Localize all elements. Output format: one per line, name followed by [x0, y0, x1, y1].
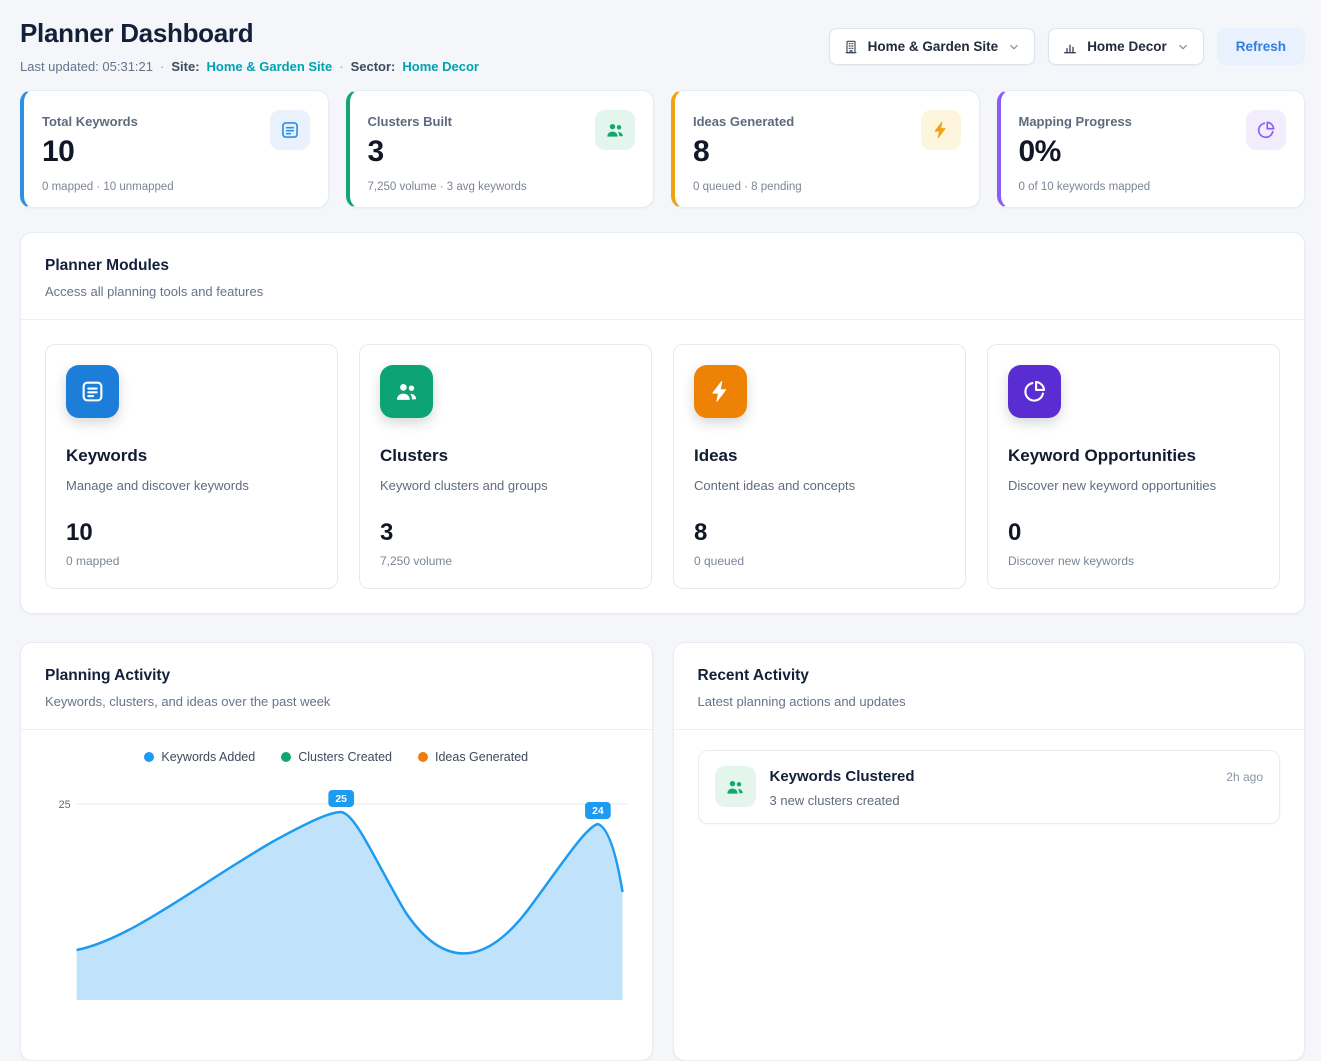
module-description: Discover new keyword opportunities [1008, 478, 1259, 493]
sector-label: Sector: [351, 59, 396, 74]
stat-card-ideas-generated: Ideas Generated 8 0 queued · 8 pending [671, 90, 980, 208]
stat-value: 10 [42, 135, 174, 169]
activity-title: Keywords Clustered [770, 768, 1213, 785]
planner-dashboard-page: Planner Dashboard Last updated: 05:31:21… [0, 0, 1321, 1061]
module-card-keyword-opportunities[interactable]: Keyword Opportunities Discover new keywo… [987, 344, 1280, 589]
recent-activity-subtitle: Latest planning actions and updates [698, 694, 1281, 709]
module-value: 10 [66, 519, 317, 547]
planning-activity-card: Planning Activity Keywords, clusters, an… [20, 642, 653, 1061]
module-detail: 7,250 volume [380, 554, 631, 568]
planning-activity-chart: 25 25 24 [45, 790, 628, 1040]
module-value: 8 [694, 519, 945, 547]
stat-label: Mapping Progress [1019, 107, 1151, 129]
modules-subtitle: Access all planning tools and features [45, 284, 1280, 299]
lightning-icon [694, 365, 747, 418]
module-card-clusters[interactable]: Clusters Keyword clusters and groups 3 7… [359, 344, 652, 589]
bottom-row: Planning Activity Keywords, clusters, an… [20, 642, 1305, 1061]
stat-card-total-keywords: Total Keywords 10 0 mapped · 10 unmapped [20, 90, 329, 208]
planning-activity-title: Planning Activity [45, 667, 628, 685]
stat-detail: 0 of 10 keywords mapped [1019, 181, 1151, 193]
site-selector-dropdown[interactable]: Home & Garden Site [829, 28, 1036, 65]
building-icon [843, 39, 859, 55]
recent-activity-title: Recent Activity [698, 667, 1281, 685]
stat-card-clusters-built: Clusters Built 3 7,250 volume · 3 avg ke… [346, 90, 655, 208]
stat-value: 0% [1019, 135, 1151, 169]
modules-grid: Keywords Manage and discover keywords 10… [21, 320, 1304, 613]
pie-chart-icon [1008, 365, 1061, 418]
module-card-ideas[interactable]: Ideas Content ideas and concepts 8 0 que… [673, 344, 966, 589]
activity-description: 3 new clusters created [770, 793, 1213, 808]
module-value: 3 [380, 519, 631, 547]
module-detail: 0 queued [694, 554, 945, 568]
chevron-down-icon [1176, 40, 1190, 54]
stat-label: Ideas Generated [693, 107, 802, 129]
chevron-down-icon [1007, 40, 1021, 54]
header-controls: Home & Garden Site Home Decor Refresh [829, 18, 1305, 65]
legend-label: Ideas Generated [435, 750, 528, 764]
document-lines-icon [66, 365, 119, 418]
module-title: Keyword Opportunities [1008, 446, 1259, 466]
pie-chart-icon [1246, 110, 1286, 150]
module-title: Keywords [66, 446, 317, 466]
people-icon [715, 766, 756, 807]
legend-item-ideas-generated: Ideas Generated [418, 750, 528, 764]
stat-label: Total Keywords [42, 107, 174, 129]
stat-detail: 7,250 volume · 3 avg keywords [368, 181, 527, 193]
breadcrumb: Last updated: 05:31:21 · Site: Home & Ga… [20, 59, 479, 74]
legend-item-keywords-added: Keywords Added [144, 750, 255, 764]
page-header: Planner Dashboard Last updated: 05:31:21… [20, 18, 1305, 74]
legend-dot [281, 752, 291, 762]
bar-chart-icon [1062, 39, 1078, 55]
separator-dot: · [339, 59, 343, 74]
module-title: Ideas [694, 446, 945, 466]
svg-text:25: 25 [335, 794, 347, 805]
point-label-25: 25 [328, 790, 354, 807]
modules-title: Planner Modules [45, 257, 1280, 275]
separator-dot: · [160, 59, 164, 74]
module-description: Content ideas and concepts [694, 478, 945, 493]
planner-modules-section: Planner Modules Access all planning tool… [20, 232, 1305, 614]
legend-item-clusters-created: Clusters Created [281, 750, 392, 764]
document-lines-icon [270, 110, 310, 150]
chart-legend: Keywords Added Clusters Created Ideas Ge… [45, 750, 628, 764]
legend-dot [144, 752, 154, 762]
stat-detail: 0 mapped · 10 unmapped [42, 181, 174, 193]
stat-detail: 0 queued · 8 pending [693, 181, 802, 193]
sector-link[interactable]: Home Decor [402, 59, 479, 74]
module-description: Manage and discover keywords [66, 478, 317, 493]
sector-selector-dropdown[interactable]: Home Decor [1048, 28, 1204, 65]
module-description: Keyword clusters and groups [380, 478, 631, 493]
module-card-keywords[interactable]: Keywords Manage and discover keywords 10… [45, 344, 338, 589]
module-detail: 0 mapped [66, 554, 317, 568]
legend-dot [418, 752, 428, 762]
last-updated-text: Last updated: 05:31:21 [20, 59, 153, 74]
site-link[interactable]: Home & Garden Site [207, 59, 333, 74]
module-title: Clusters [380, 446, 631, 466]
planning-activity-subtitle: Keywords, clusters, and ideas over the p… [45, 694, 628, 709]
stat-label: Clusters Built [368, 107, 527, 129]
lightning-icon [921, 110, 961, 150]
activity-timestamp: 2h ago [1226, 766, 1263, 784]
module-detail: Discover new keywords [1008, 554, 1259, 568]
legend-label: Clusters Created [298, 750, 392, 764]
stat-card-mapping-progress: Mapping Progress 0% 0 of 10 keywords map… [997, 90, 1306, 208]
legend-label: Keywords Added [161, 750, 255, 764]
y-axis-tick: 25 [59, 799, 71, 811]
site-label: Site: [171, 59, 199, 74]
svg-text:24: 24 [592, 806, 604, 817]
site-selector-value: Home & Garden Site [868, 39, 999, 54]
sector-selector-value: Home Decor [1087, 39, 1167, 54]
stats-row: Total Keywords 10 0 mapped · 10 unmapped… [20, 90, 1305, 208]
refresh-button[interactable]: Refresh [1217, 28, 1305, 65]
recent-activity-card: Recent Activity Latest planning actions … [673, 642, 1306, 1061]
module-value: 0 [1008, 519, 1259, 547]
point-label-24: 24 [585, 802, 611, 819]
header-left: Planner Dashboard Last updated: 05:31:21… [20, 18, 479, 74]
people-icon [380, 365, 433, 418]
stat-value: 3 [368, 135, 527, 169]
people-icon [595, 110, 635, 150]
activity-item-keywords-clustered: Keywords Clustered 3 new clusters create… [698, 750, 1281, 824]
page-title: Planner Dashboard [20, 18, 479, 49]
stat-value: 8 [693, 135, 802, 169]
